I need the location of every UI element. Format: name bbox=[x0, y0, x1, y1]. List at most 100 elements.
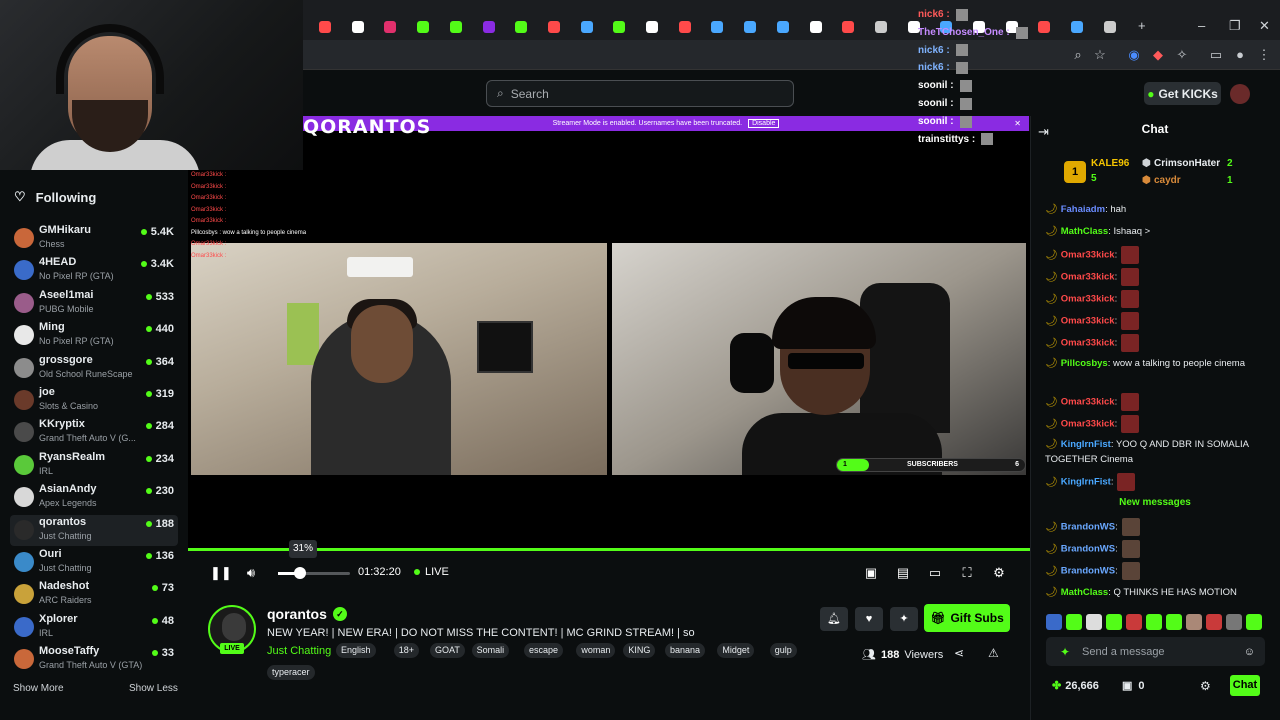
chat-message[interactable]: 🌙︎ BrandonWS: bbox=[1045, 518, 1273, 536]
quick-emote-icon[interactable] bbox=[1166, 614, 1182, 630]
chat-username[interactable]: Omar33kick bbox=[1061, 316, 1115, 327]
chat-message[interactable]: 🌙︎ Pillcosbys: wow a talking to people ci… bbox=[1045, 356, 1273, 371]
chat-message[interactable]: 🌙︎ BrandonWS: bbox=[1045, 562, 1273, 580]
sidebar-channel-item[interactable]: RyansRealm IRL 234 bbox=[10, 450, 178, 481]
browser-tab[interactable] bbox=[539, 16, 569, 38]
quick-emote-icon[interactable] bbox=[1186, 614, 1202, 630]
show-more-button[interactable]: Show More bbox=[13, 683, 64, 694]
sidebar-channel-item[interactable]: GMHikaru Chess 5.4K bbox=[10, 223, 178, 254]
gift-subs-button[interactable]: 🎁︎ Gift Subs bbox=[924, 604, 1010, 632]
chat-username[interactable]: BrandonWS bbox=[1061, 544, 1115, 555]
browser-tab[interactable] bbox=[637, 16, 667, 38]
sparkle-button[interactable]: ✦ bbox=[890, 607, 918, 631]
quick-emote-icon[interactable] bbox=[1226, 614, 1242, 630]
browser-tab[interactable] bbox=[801, 16, 831, 38]
chat-username[interactable]: Omar33kick bbox=[1061, 397, 1115, 408]
zoom-icon[interactable]: ⌕ bbox=[1070, 47, 1086, 63]
minimize-button[interactable]: – bbox=[1198, 18, 1205, 33]
stream-tag[interactable]: banana bbox=[665, 643, 706, 658]
stream-tag[interactable]: Midget bbox=[717, 643, 755, 658]
browser-tab[interactable] bbox=[408, 16, 438, 38]
chat-message-input[interactable]: ✦ Send a message ☺ bbox=[1046, 637, 1265, 666]
drops-counter[interactable]: ▣ 0 bbox=[1122, 679, 1145, 693]
show-less-button[interactable]: Show Less bbox=[129, 683, 178, 694]
sidebar-channel-item[interactable]: Xplorer IRL 48 bbox=[10, 612, 178, 643]
quick-emote-icon[interactable] bbox=[1126, 614, 1142, 630]
chat-username[interactable]: Omar33kick bbox=[1061, 272, 1115, 283]
sidebar-channel-item[interactable]: 4HEAD No Pixel RP (GTA) 3.4K bbox=[10, 255, 178, 286]
close-window-button[interactable]: ✕ bbox=[1259, 18, 1270, 34]
browser-tab[interactable] bbox=[670, 16, 700, 38]
chat-username[interactable]: BrandonWS bbox=[1061, 522, 1115, 533]
stream-tag[interactable]: typeracer bbox=[267, 665, 315, 680]
chat-message[interactable]: 🌙︎ KingIrnFist: bbox=[1045, 473, 1273, 491]
sidebar-channel-item[interactable]: Nadeshot ARC Raiders 73 bbox=[10, 579, 178, 610]
quick-emote-icon[interactable] bbox=[1046, 614, 1062, 630]
chat-username[interactable]: KingIrnFist bbox=[1061, 477, 1111, 488]
browser-tab[interactable] bbox=[441, 16, 471, 38]
browser-tab[interactable] bbox=[474, 16, 504, 38]
sparkle-icon[interactable]: ✦ bbox=[1060, 645, 1070, 659]
chat-message[interactable]: 🌙︎ Omar33kick: bbox=[1045, 393, 1273, 411]
settings-gear-icon[interactable]: ⚙ bbox=[990, 565, 1008, 581]
browser-tab[interactable] bbox=[375, 16, 405, 38]
browser-menu-icon[interactable]: ⋮ bbox=[1256, 47, 1272, 63]
browser-tab[interactable] bbox=[310, 16, 340, 38]
channel-points[interactable]: ✤ 26,666 bbox=[1052, 679, 1099, 693]
stream-tag[interactable]: gulp bbox=[769, 643, 797, 658]
pause-icon[interactable]: ❚❚ bbox=[210, 565, 232, 581]
send-chat-button[interactable]: Chat bbox=[1230, 675, 1260, 696]
new-messages-divider[interactable]: New messages bbox=[1030, 497, 1280, 508]
sidebar-channel-item[interactable]: qorantos Just Chatting 188 bbox=[10, 514, 178, 546]
chat-username[interactable]: Omar33kick bbox=[1061, 338, 1115, 349]
extensions-puzzle-icon[interactable]: ✧ bbox=[1174, 47, 1190, 63]
stream-tag[interactable]: Somali bbox=[471, 643, 510, 658]
browser-tab[interactable] bbox=[1062, 16, 1092, 38]
get-kicks-button[interactable]: ● Get KICKs bbox=[1144, 82, 1221, 105]
quick-emote-icon[interactable] bbox=[1246, 614, 1262, 630]
browser-tab[interactable] bbox=[702, 16, 732, 38]
search-input[interactable]: ⌕ Search bbox=[486, 80, 794, 107]
browser-tab[interactable] bbox=[572, 16, 602, 38]
notification-bell-button[interactable]: 🔔︎ bbox=[820, 607, 848, 631]
volume-slider[interactable] bbox=[278, 567, 350, 579]
disable-streamer-mode-button[interactable]: Disable bbox=[748, 119, 780, 128]
chat-message[interactable]: 🌙︎ Omar33kick: bbox=[1045, 312, 1273, 330]
extension-icon[interactable]: ◆ bbox=[1150, 47, 1166, 63]
quick-emote-icon[interactable] bbox=[1206, 614, 1222, 630]
volume-knob[interactable] bbox=[294, 567, 307, 579]
chat-username[interactable]: MathClass bbox=[1061, 587, 1109, 598]
chat-username[interactable]: Omar33kick bbox=[1061, 419, 1115, 430]
quick-emote-icon[interactable] bbox=[1086, 614, 1102, 630]
browser-tab[interactable] bbox=[1029, 16, 1059, 38]
chat-username[interactable]: Pillcosbys bbox=[1061, 358, 1108, 369]
chat-message[interactable]: 🌙︎ Omar33kick: bbox=[1045, 268, 1273, 286]
chat-username[interactable]: Omar33kick bbox=[1061, 294, 1115, 305]
chat-message[interactable]: 🌙︎ Omar33kick: bbox=[1045, 290, 1273, 308]
chat-message[interactable]: 🌙︎ KingIrnFist: YOO Q AND DBR IN SOMALIA … bbox=[1045, 437, 1273, 467]
extension-icon[interactable]: ◉ bbox=[1126, 47, 1142, 63]
chat-message[interactable]: 🌙︎ MathClass: Ishaaq > bbox=[1045, 224, 1273, 239]
stream-tag[interactable]: KING bbox=[623, 643, 656, 658]
theater-mode-icon[interactable]: ▭ bbox=[926, 565, 944, 581]
sidebar-channel-item[interactable]: Ouri Just Chatting 136 bbox=[10, 547, 178, 578]
chat-username[interactable]: Fahaiadm bbox=[1061, 204, 1105, 215]
sidebar-channel-item[interactable]: KKryptix Grand Theft Auto V (G... 284 bbox=[10, 417, 178, 448]
chat-username[interactable]: KingIrnFist bbox=[1061, 439, 1111, 450]
chat-username[interactable]: MathClass bbox=[1061, 226, 1109, 237]
restore-button[interactable]: ❐ bbox=[1229, 18, 1241, 34]
chat-message[interactable]: 🌙︎ Omar33kick: bbox=[1045, 334, 1273, 352]
sidebar-channel-item[interactable]: AsianAndy Apex Legends 230 bbox=[10, 482, 178, 513]
chat-message[interactable]: 🌙︎ MathClass: Q THINKS HE HAS MOTION bbox=[1045, 585, 1273, 600]
chat-message[interactable]: 🌙︎ Omar33kick: bbox=[1045, 415, 1273, 433]
new-tab-button[interactable]: + bbox=[1138, 18, 1146, 33]
quick-emote-icon[interactable] bbox=[1146, 614, 1162, 630]
report-flag-icon[interactable]: ⚠ bbox=[988, 646, 999, 660]
chat-message[interactable]: 🌙︎ Fahaiadm: hah bbox=[1045, 202, 1273, 217]
chat-username[interactable]: BrandonWS bbox=[1061, 566, 1115, 577]
streamer-name[interactable]: qorantos ✓ bbox=[267, 606, 347, 622]
bookmark-star-icon[interactable]: ☆ bbox=[1092, 47, 1108, 63]
stream-tag[interactable]: English bbox=[336, 643, 376, 658]
browser-tab[interactable] bbox=[833, 16, 863, 38]
browser-tab[interactable] bbox=[866, 16, 896, 38]
